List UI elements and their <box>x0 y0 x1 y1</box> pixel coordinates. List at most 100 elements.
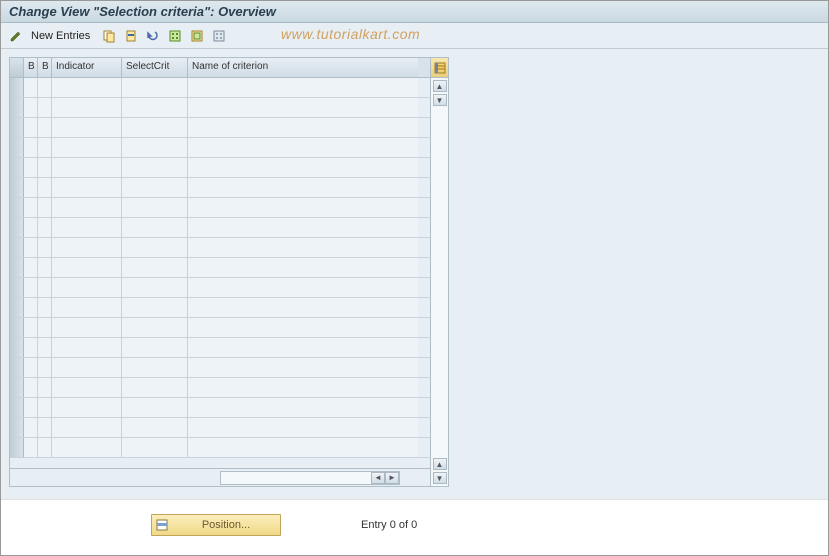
cell-b2[interactable] <box>38 198 52 217</box>
cell-b2[interactable] <box>38 258 52 277</box>
cell-b1[interactable] <box>24 438 38 457</box>
deselect-all-icon[interactable] <box>210 27 228 45</box>
table-row[interactable] <box>10 198 430 218</box>
cell-b2[interactable] <box>38 278 52 297</box>
row-selector[interactable] <box>10 258 24 277</box>
horizontal-scrollbar[interactable]: ◄ ► <box>220 471 400 485</box>
cell-selectcrit[interactable] <box>122 178 188 197</box>
cell-b2[interactable] <box>38 238 52 257</box>
row-selector[interactable] <box>10 358 24 377</box>
row-selector[interactable] <box>10 298 24 317</box>
row-selector[interactable] <box>10 178 24 197</box>
table-row[interactable] <box>10 378 430 398</box>
table-row[interactable] <box>10 118 430 138</box>
cell-b2[interactable] <box>38 318 52 337</box>
table-row[interactable] <box>10 418 430 438</box>
cell-b1[interactable] <box>24 318 38 337</box>
cell-b2[interactable] <box>38 358 52 377</box>
row-selector[interactable] <box>10 198 24 217</box>
cell-selectcrit[interactable] <box>122 218 188 237</box>
cell-b2[interactable] <box>38 438 52 457</box>
cell-b2[interactable] <box>38 338 52 357</box>
cell-b2[interactable] <box>38 78 52 97</box>
row-selector[interactable] <box>10 118 24 137</box>
cell-b2[interactable] <box>38 138 52 157</box>
cell-name[interactable] <box>188 378 418 397</box>
cell-selectcrit[interactable] <box>122 98 188 117</box>
cell-name[interactable] <box>188 278 418 297</box>
row-selector-header[interactable] <box>10 58 24 77</box>
scroll-down-icon[interactable]: ▼ <box>433 472 447 484</box>
cell-indicator[interactable] <box>52 178 122 197</box>
row-selector[interactable] <box>10 98 24 117</box>
cell-indicator[interactable] <box>52 238 122 257</box>
cell-name[interactable] <box>188 138 418 157</box>
cell-b1[interactable] <box>24 78 38 97</box>
cell-selectcrit[interactable] <box>122 418 188 437</box>
table-row[interactable] <box>10 158 430 178</box>
cell-b1[interactable] <box>24 218 38 237</box>
cell-selectcrit[interactable] <box>122 278 188 297</box>
row-selector[interactable] <box>10 218 24 237</box>
table-row[interactable] <box>10 178 430 198</box>
cell-name[interactable] <box>188 158 418 177</box>
cell-b2[interactable] <box>38 398 52 417</box>
new-entries-button[interactable]: New Entries <box>29 30 96 42</box>
cell-selectcrit[interactable] <box>122 198 188 217</box>
cell-indicator[interactable] <box>52 298 122 317</box>
table-row[interactable] <box>10 318 430 338</box>
cell-name[interactable] <box>188 218 418 237</box>
row-selector[interactable] <box>10 318 24 337</box>
cell-selectcrit[interactable] <box>122 318 188 337</box>
cell-b1[interactable] <box>24 358 38 377</box>
cell-selectcrit[interactable] <box>122 258 188 277</box>
cell-name[interactable] <box>188 438 418 457</box>
cell-selectcrit[interactable] <box>122 118 188 137</box>
cell-selectcrit[interactable] <box>122 338 188 357</box>
cell-name[interactable] <box>188 118 418 137</box>
cell-b1[interactable] <box>24 278 38 297</box>
cell-selectcrit[interactable] <box>122 358 188 377</box>
cell-b2[interactable] <box>38 298 52 317</box>
cell-indicator[interactable] <box>52 158 122 177</box>
cell-b1[interactable] <box>24 378 38 397</box>
table-row[interactable] <box>10 338 430 358</box>
cell-b2[interactable] <box>38 98 52 117</box>
cell-b2[interactable] <box>38 218 52 237</box>
cell-selectcrit[interactable] <box>122 158 188 177</box>
cell-b1[interactable] <box>24 398 38 417</box>
cell-name[interactable] <box>188 98 418 117</box>
table-row[interactable] <box>10 358 430 378</box>
table-row[interactable] <box>10 238 430 258</box>
delete-icon[interactable] <box>122 27 140 45</box>
cell-indicator[interactable] <box>52 318 122 337</box>
table-row[interactable] <box>10 398 430 418</box>
column-header-indicator[interactable]: Indicator <box>52 58 122 77</box>
table-row[interactable] <box>10 438 430 458</box>
row-selector[interactable] <box>10 78 24 97</box>
row-selector[interactable] <box>10 398 24 417</box>
column-header-name[interactable]: Name of criterion <box>188 58 418 77</box>
row-selector[interactable] <box>10 138 24 157</box>
cell-indicator[interactable] <box>52 78 122 97</box>
cell-b1[interactable] <box>24 418 38 437</box>
cell-name[interactable] <box>188 318 418 337</box>
cell-indicator[interactable] <box>52 438 122 457</box>
cell-name[interactable] <box>188 198 418 217</box>
cell-indicator[interactable] <box>52 418 122 437</box>
table-row[interactable] <box>10 78 430 98</box>
change-icon[interactable] <box>7 27 25 45</box>
select-block-icon[interactable] <box>188 27 206 45</box>
cell-indicator[interactable] <box>52 378 122 397</box>
cell-selectcrit[interactable] <box>122 78 188 97</box>
vertical-scrollbar[interactable]: ▲ ▼ ▲ ▼ <box>431 78 448 486</box>
cell-name[interactable] <box>188 258 418 277</box>
cell-b2[interactable] <box>38 418 52 437</box>
select-all-icon[interactable] <box>166 27 184 45</box>
row-selector[interactable] <box>10 438 24 457</box>
cell-indicator[interactable] <box>52 398 122 417</box>
undo-icon[interactable] <box>144 27 162 45</box>
cell-b2[interactable] <box>38 378 52 397</box>
scroll-down-top-icon[interactable]: ▼ <box>433 94 447 106</box>
cell-b1[interactable] <box>24 118 38 137</box>
